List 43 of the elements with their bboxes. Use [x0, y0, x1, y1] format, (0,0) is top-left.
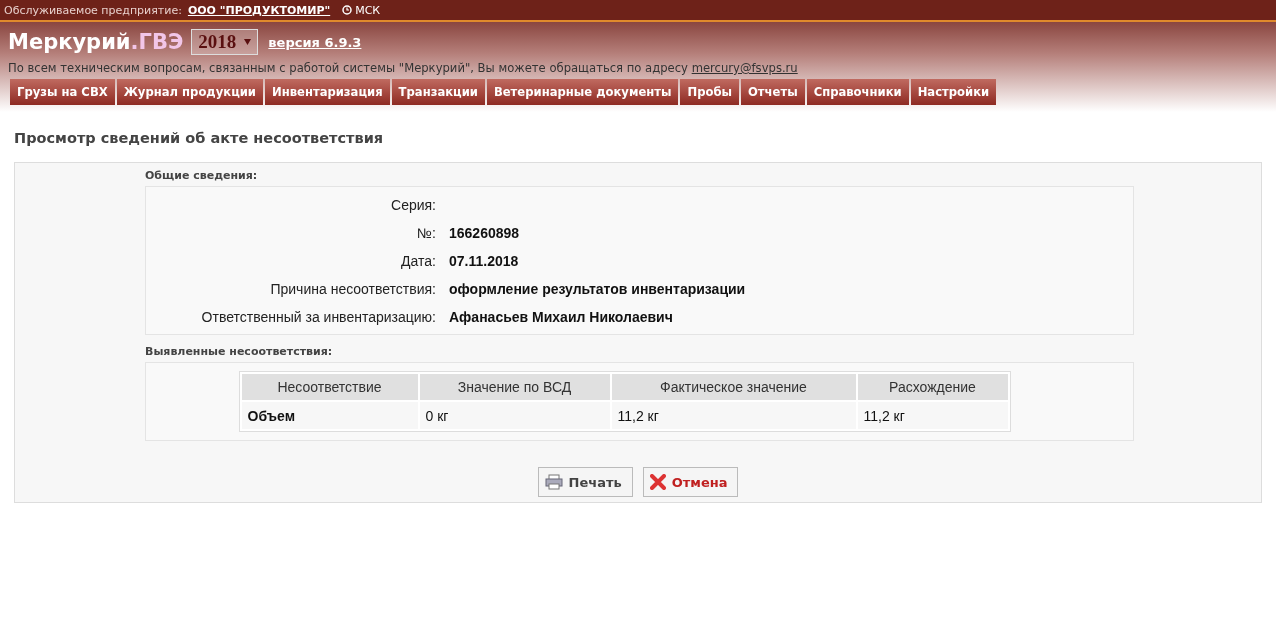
email-link[interactable]: mercury@fsvps.ru [691, 61, 798, 75]
table-cell: Объем [241, 402, 418, 429]
cancel-button[interactable]: Отмена [642, 467, 739, 497]
version-link[interactable]: версия 6.9.3 [268, 34, 362, 50]
printer-icon [544, 474, 563, 490]
enterprise-link[interactable]: ООО "ПРОДУКТОМИР" [187, 3, 331, 17]
field-value: 166260898 [449, 225, 521, 241]
timezone-label: МСК [355, 3, 381, 17]
field-value: 07.11.2018 [449, 253, 520, 269]
print-button[interactable]: Печать [537, 467, 633, 497]
page-title: Просмотр сведений об акте несоответствия [14, 130, 385, 146]
column-header: Значение по ВСД [419, 374, 610, 400]
column-header: Несоответствие [241, 374, 418, 400]
menu-tab[interactable]: Транзакции [391, 79, 485, 105]
section-heading: Общие сведения: [145, 169, 259, 182]
table-cell: 11,2 кг [857, 402, 1008, 429]
enterprise-label: Обслуживаемое предприятие: [4, 3, 182, 17]
field-label: Ответственный за инвентаризацию: [200, 309, 436, 325]
column-header: Фактическое значение [611, 374, 856, 400]
support-text: По всем техническим вопросам, связанным с работой системы "Меркурий", Вы можете обращаться по адресу mercury@fsvps.ru [8, 61, 799, 75]
field-label: Дата: [400, 253, 436, 269]
menu-tab[interactable]: Настройки [910, 79, 997, 105]
clock-icon [342, 5, 353, 15]
field-label: Серия: [390, 197, 436, 213]
close-icon [649, 474, 666, 490]
column-header: Расхождение [857, 374, 1008, 400]
caret-icon [244, 39, 252, 45]
app-logo: Меркурий.ГВЭ [8, 30, 184, 54]
menu-tab[interactable]: Журнал продукции [116, 79, 263, 105]
table-cell: 0 кг [419, 402, 610, 429]
menu-tab[interactable]: Инвентаризация [265, 79, 390, 105]
field-label: Причина несоответствия: [269, 281, 436, 297]
field-value: оформление результатов инвентаризации [449, 281, 747, 297]
menu-tab[interactable]: Грузы на СВХ [10, 79, 115, 105]
year-select[interactable]: 2018 [191, 29, 259, 55]
menu-tab[interactable]: Отчеты [741, 79, 805, 105]
section-heading: Выявленные несоответствия: [145, 345, 334, 358]
field-label: №: [416, 225, 436, 241]
table-cell: 11,2 кг [611, 402, 856, 429]
menu-tab[interactable]: Пробы [680, 79, 739, 105]
field-value: Афанасьев Михаил Николаевич [449, 309, 674, 325]
menu-tab[interactable]: Справочники [806, 79, 909, 105]
menu-tab[interactable]: Ветеринарные документы [486, 79, 679, 105]
